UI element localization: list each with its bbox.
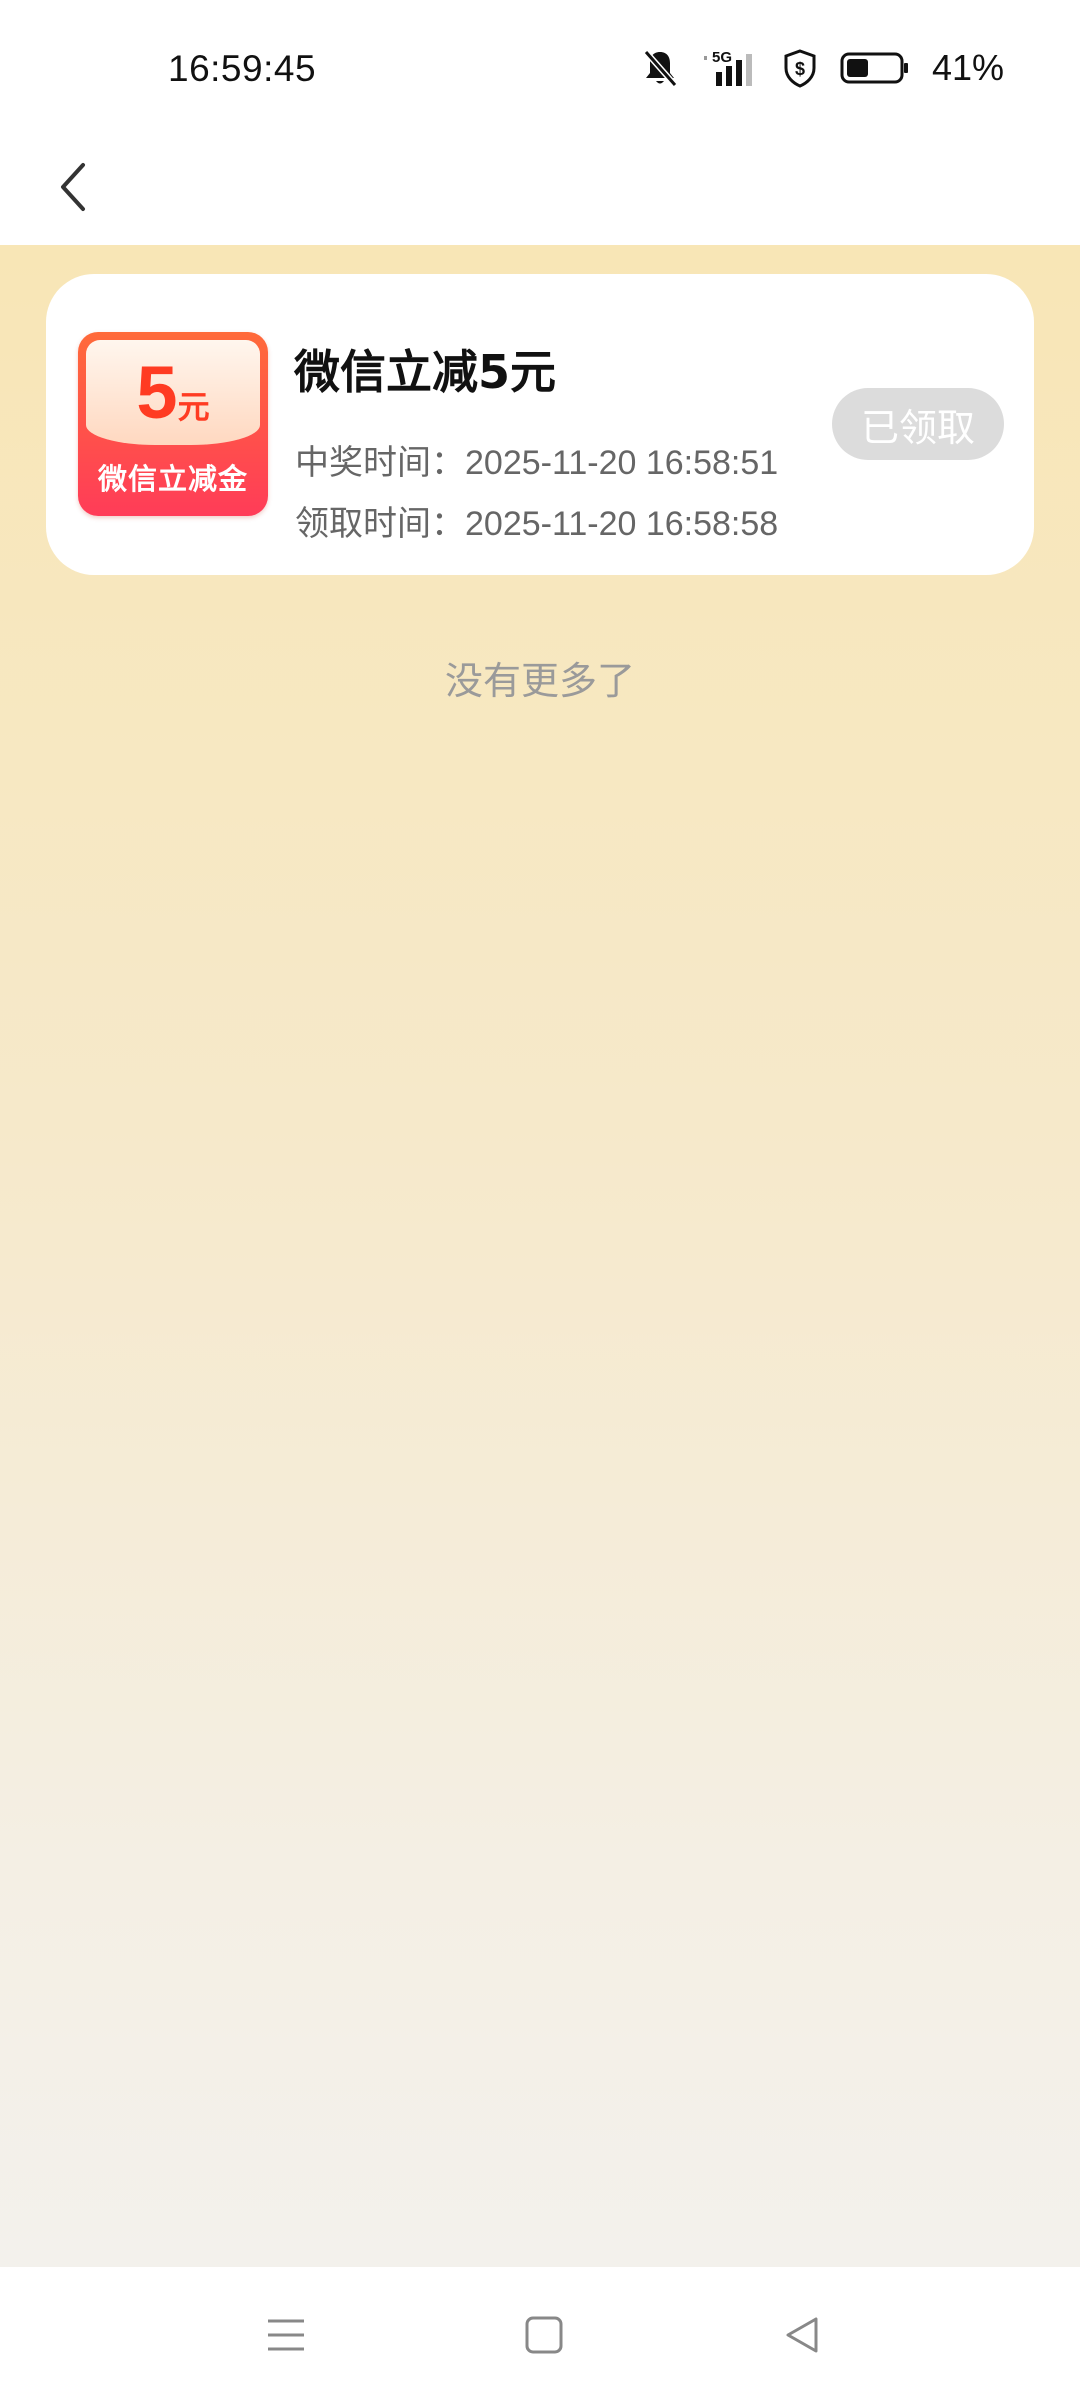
badge-amount-number: 5 bbox=[136, 351, 178, 434]
prize-badge: 5元 微信立减金 bbox=[78, 332, 268, 516]
back-nav-button[interactable] bbox=[772, 2307, 832, 2367]
battery-icon bbox=[840, 48, 910, 88]
svg-text:5G: 5G bbox=[712, 49, 732, 66]
claim-time-value: 2025-11-20 16:58:58 bbox=[465, 505, 779, 543]
prize-card[interactable]: 5元 微信立减金 微信立减5元 中奖时间：2025-11-20 16:58:51… bbox=[46, 274, 1034, 575]
claim-time-line: 领取时间：2025-11-20 16:58:58 bbox=[295, 496, 778, 545]
status-time: 16:59:45 bbox=[168, 48, 317, 89]
claimed-button[interactable]: 已领取 bbox=[832, 388, 1004, 460]
home-icon bbox=[522, 2313, 566, 2361]
svg-text:$: $ bbox=[795, 59, 805, 79]
battery-percent: 41% bbox=[931, 47, 1004, 88]
shield-dollar-icon: $ bbox=[782, 48, 818, 88]
claim-time-label: 领取时间： bbox=[295, 505, 465, 543]
badge-amount-unit: 元 bbox=[177, 389, 210, 425]
status-icons: 5G $ 41% bbox=[642, 46, 1004, 90]
chevron-left-icon bbox=[53, 157, 93, 221]
status-bar: 16:59:45 5G $ 41% bbox=[0, 0, 1080, 145]
badge-amount: 5元 bbox=[86, 350, 260, 435]
back-button[interactable] bbox=[38, 149, 108, 229]
bell-muted-icon bbox=[642, 48, 678, 88]
navigation-bar bbox=[0, 2267, 1080, 2400]
badge-top: 5元 bbox=[86, 340, 260, 445]
prize-list: 5元 微信立减金 微信立减5元 中奖时间：2025-11-20 16:58:51… bbox=[0, 245, 1080, 2267]
signal-5g-icon: 5G bbox=[700, 48, 760, 88]
menu-icon bbox=[264, 2313, 308, 2361]
prize-title: 微信立减5元 bbox=[294, 345, 557, 399]
no-more-text: 没有更多了 bbox=[444, 659, 635, 703]
menu-button[interactable] bbox=[256, 2307, 316, 2367]
win-time-value: 2025-11-20 16:58:51 bbox=[465, 444, 779, 482]
back-triangle-icon bbox=[780, 2313, 824, 2361]
win-time-label: 中奖时间： bbox=[295, 444, 465, 482]
home-button[interactable] bbox=[514, 2307, 574, 2367]
win-time-line: 中奖时间：2025-11-20 16:58:51 bbox=[295, 435, 778, 484]
top-bar bbox=[0, 145, 1080, 245]
badge-label: 微信立减金 bbox=[97, 462, 248, 496]
